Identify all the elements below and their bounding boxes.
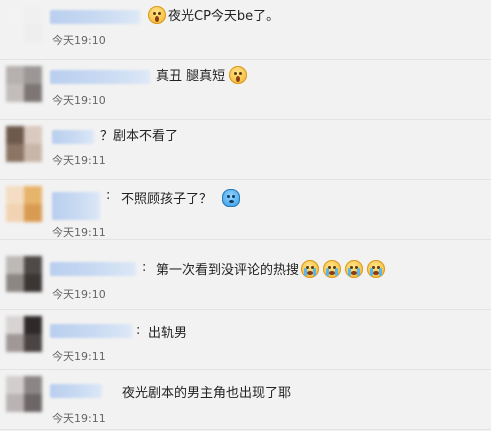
comment-text: 真丑 腿真短: [156, 69, 226, 84]
avatar[interactable]: [6, 376, 42, 412]
comment-colon: :: [136, 323, 141, 338]
avatar[interactable]: [6, 6, 42, 42]
crying-face-icon: [367, 259, 386, 278]
shocked-face-icon: [148, 5, 166, 24]
comment-text: 夜光剧本的男主角也出现了耶: [122, 386, 292, 401]
username-redacted[interactable]: [50, 10, 140, 24]
comment-colon: :: [142, 260, 147, 275]
comment-text: 夜光CP今天be了。: [168, 9, 280, 24]
avatar[interactable]: [6, 256, 42, 292]
comment-item[interactable]: ？剧本不看了 今天19:11: [0, 120, 491, 180]
comment-item[interactable]: 真丑 腿真短 今天19:10: [0, 60, 491, 120]
crying-face-icon: [345, 259, 364, 278]
comment-colon: :: [106, 188, 111, 203]
comment-item[interactable]: : 不照顾孩子了？ 今天19:11: [0, 180, 491, 240]
comment-text: 第一次看到没评论的热搜: [156, 263, 300, 278]
username-redacted[interactable]: [50, 70, 150, 84]
username-redacted[interactable]: [52, 130, 94, 144]
username-redacted[interactable]: [50, 324, 132, 338]
comment-time: 今天19:10: [52, 94, 106, 107]
username-redacted[interactable]: [52, 192, 100, 220]
shocked-face-icon: [229, 65, 248, 84]
avatar[interactable]: [6, 126, 42, 162]
comment-item[interactable]: 夜光剧本的男主角也出现了耶 今天19:11: [0, 370, 491, 430]
comment-text: ？剧本不看了: [100, 129, 179, 144]
comment-time: 今天19:10: [52, 288, 106, 301]
avatar[interactable]: [6, 316, 42, 352]
comment-text: 不照顾孩子了？: [121, 192, 213, 207]
avatar[interactable]: [6, 186, 42, 222]
username-redacted[interactable]: [50, 262, 136, 276]
comment-time: 今天19:10: [52, 34, 106, 47]
crying-face-icon: [301, 259, 320, 278]
comment-feed: 夜光CP今天be了。 今天19:10 真丑 腿真短 今天19:10 ？剧本不看了: [0, 0, 491, 431]
comment-time: 今天19:11: [52, 350, 106, 363]
comment-time: 今天19:11: [52, 154, 106, 167]
comment-text: 出轨男: [148, 326, 188, 341]
avatar[interactable]: [6, 66, 42, 102]
comment-item[interactable]: : 第一次看到没评论的热搜 今天19:10: [0, 250, 491, 310]
username-redacted[interactable]: [50, 384, 102, 398]
blue-spirit-face-icon: [222, 188, 241, 207]
comment-item[interactable]: 夜光CP今天be了。 今天19:10: [0, 0, 491, 60]
comment-item[interactable]: : 出轨男 今天19:11: [0, 310, 491, 370]
comment-time: 今天19:11: [52, 226, 106, 239]
comment-time: 今天19:11: [52, 412, 106, 425]
crying-face-icon: [323, 259, 342, 278]
